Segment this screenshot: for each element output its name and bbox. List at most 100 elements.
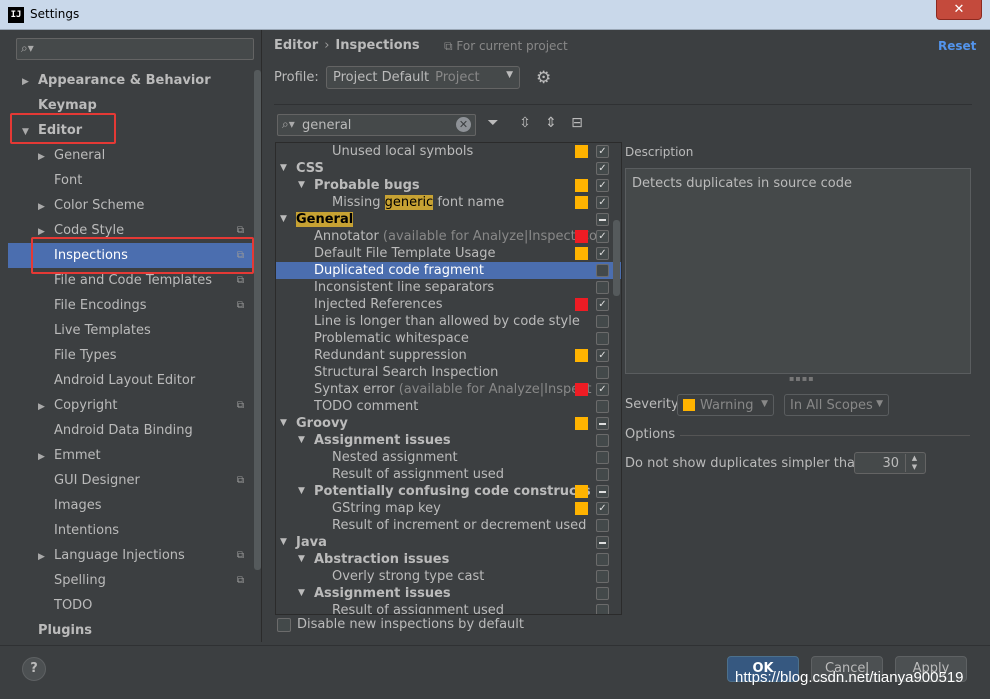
clear-filter-icon[interactable]: ✕ bbox=[456, 117, 471, 132]
inspection-checkbox[interactable]: ✓ bbox=[596, 247, 609, 260]
expanded-arrow-icon[interactable]: ▼ bbox=[298, 483, 305, 500]
inspection-row[interactable]: Redundant suppression ✓ bbox=[276, 347, 621, 364]
inspection-checkbox[interactable]: ✓ bbox=[596, 230, 609, 243]
settings-search-input[interactable]: ⌕▾ bbox=[16, 38, 254, 60]
inspection-row[interactable]: Line is longer than allowed by code styl… bbox=[276, 313, 621, 330]
inspection-checkbox[interactable]: ✓ bbox=[596, 179, 609, 192]
inspection-checkbox[interactable] bbox=[596, 451, 609, 464]
inspection-row[interactable]: TODO comment bbox=[276, 398, 621, 415]
filter-funnel-icon[interactable]: ⏷ bbox=[484, 115, 502, 131]
expanded-arrow-icon[interactable]: ▼ bbox=[22, 120, 38, 145]
sidebar-item-color-scheme[interactable]: ▶ Color Scheme bbox=[8, 193, 254, 218]
collapsed-arrow-icon[interactable]: ▶ bbox=[38, 445, 54, 470]
inspections-scrollbar[interactable] bbox=[613, 220, 620, 296]
inspection-row[interactable]: ▼ Potentially confusing code constructs bbox=[276, 483, 621, 500]
inspection-row[interactable]: Result of increment or decrement used bbox=[276, 517, 621, 534]
inspection-row[interactable]: ▼ Java bbox=[276, 534, 621, 551]
inspection-checkbox[interactable]: ✓ bbox=[596, 349, 609, 362]
inspection-row[interactable]: ▼ CSS ✓ bbox=[276, 160, 621, 177]
inspection-checkbox[interactable] bbox=[596, 400, 609, 413]
duplicates-threshold-spinner[interactable]: 30 ▲ ▼ bbox=[854, 452, 926, 474]
expanded-arrow-icon[interactable]: ▼ bbox=[280, 534, 287, 551]
inspection-row[interactable]: ▼ Abstraction issues bbox=[276, 551, 621, 568]
sidebar-item-gui-designer[interactable]: GUI Designer ⧉ bbox=[8, 468, 254, 493]
collapsed-arrow-icon[interactable]: ▶ bbox=[22, 70, 38, 95]
sidebar-item-android-data-binding[interactable]: Android Data Binding bbox=[8, 418, 254, 443]
sidebar-item-inspections[interactable]: Inspections ⧉ bbox=[8, 243, 254, 268]
sidebar-item-todo[interactable]: TODO bbox=[8, 593, 254, 618]
collapsed-arrow-icon[interactable]: ▶ bbox=[38, 195, 54, 220]
inspection-checkbox[interactable]: ✓ bbox=[596, 162, 609, 175]
splitter-grip-icon[interactable]: ▪▪▪▪ bbox=[789, 374, 815, 383]
sidebar-item-plugins[interactable]: Plugins bbox=[8, 618, 254, 643]
sidebar-item-spelling[interactable]: Spelling ⧉ bbox=[8, 568, 254, 593]
inspection-row[interactable]: Duplicated code fragment bbox=[276, 262, 621, 279]
inspection-checkbox[interactable] bbox=[596, 434, 609, 447]
inspection-checkbox[interactable] bbox=[596, 417, 609, 430]
collapsed-arrow-icon[interactable]: ▶ bbox=[38, 220, 54, 245]
profile-dropdown[interactable]: Project Default Project ▼ bbox=[326, 66, 520, 89]
inspection-row[interactable]: Problematic whitespace bbox=[276, 330, 621, 347]
expanded-arrow-icon[interactable]: ▼ bbox=[298, 432, 305, 449]
sidebar-scrollbar[interactable] bbox=[254, 70, 261, 570]
inspection-checkbox[interactable] bbox=[596, 587, 609, 600]
inspection-checkbox[interactable]: ✓ bbox=[596, 145, 609, 158]
inspection-checkbox[interactable] bbox=[596, 213, 609, 226]
scope-dropdown[interactable]: In All Scopes ▼ bbox=[784, 394, 889, 416]
sidebar-item-live-templates[interactable]: Live Templates bbox=[8, 318, 254, 343]
expanded-arrow-icon[interactable]: ▼ bbox=[280, 160, 287, 177]
help-button[interactable]: ? bbox=[22, 657, 46, 681]
inspection-checkbox[interactable] bbox=[596, 604, 609, 614]
expand-all-icon[interactable]: ⇳ bbox=[516, 115, 534, 131]
sidebar-item-copyright[interactable]: ▶ Copyright ⧉ bbox=[8, 393, 254, 418]
inspection-checkbox[interactable] bbox=[596, 536, 609, 549]
inspection-checkbox[interactable] bbox=[596, 570, 609, 583]
sidebar-item-file-encodings[interactable]: File Encodings ⧉ bbox=[8, 293, 254, 318]
inspection-row[interactable]: Structural Search Inspection bbox=[276, 364, 621, 381]
inspection-checkbox[interactable]: ✓ bbox=[596, 196, 609, 209]
inspection-row[interactable]: Result of assignment used bbox=[276, 466, 621, 483]
sidebar-item-language-injections[interactable]: ▶ Language Injections ⧉ bbox=[8, 543, 254, 568]
inspection-checkbox[interactable] bbox=[596, 264, 609, 277]
sidebar-item-code-style[interactable]: ▶ Code Style ⧉ bbox=[8, 218, 254, 243]
inspection-checkbox[interactable]: ✓ bbox=[596, 298, 609, 311]
inspection-row[interactable]: ▼ General bbox=[276, 211, 621, 228]
sidebar-item-intentions[interactable]: Intentions bbox=[8, 518, 254, 543]
inspection-row[interactable]: Default File Template Usage ✓ bbox=[276, 245, 621, 262]
gear-icon[interactable]: ⚙ bbox=[536, 68, 551, 88]
sidebar-item-file-and-code-templates[interactable]: File and Code Templates ⧉ bbox=[8, 268, 254, 293]
reset-link[interactable]: Reset bbox=[938, 39, 976, 53]
sidebar-item-font[interactable]: Font bbox=[8, 168, 254, 193]
inspection-checkbox[interactable]: ✓ bbox=[596, 383, 609, 396]
inspection-row[interactable]: Injected References ✓ bbox=[276, 296, 621, 313]
inspection-checkbox[interactable]: ✓ bbox=[596, 502, 609, 515]
inspection-row[interactable]: ▼ Groovy bbox=[276, 415, 621, 432]
inspection-row[interactable]: Inconsistent line separators bbox=[276, 279, 621, 296]
inspection-row[interactable]: Unused local symbols ✓ bbox=[276, 143, 621, 160]
inspection-row[interactable]: GString map key ✓ bbox=[276, 500, 621, 517]
inspection-filter-input[interactable]: ⌕▾ general ✕ bbox=[277, 114, 476, 136]
inspection-checkbox[interactable] bbox=[596, 366, 609, 379]
expanded-arrow-icon[interactable]: ▼ bbox=[298, 585, 305, 602]
inspection-row[interactable]: ▼ Probable bugs ✓ bbox=[276, 177, 621, 194]
expanded-arrow-icon[interactable]: ▼ bbox=[280, 415, 287, 432]
sidebar-item-file-types[interactable]: File Types bbox=[8, 343, 254, 368]
inspection-row[interactable]: Nested assignment bbox=[276, 449, 621, 466]
inspection-checkbox[interactable] bbox=[596, 485, 609, 498]
inspection-row[interactable]: Annotator (available for Analyze|Inspect… bbox=[276, 228, 621, 245]
inspection-row[interactable]: ▼ Assignment issues bbox=[276, 432, 621, 449]
collapsed-arrow-icon[interactable]: ▶ bbox=[38, 545, 54, 570]
inspection-checkbox[interactable] bbox=[596, 332, 609, 345]
sidebar-item-general[interactable]: ▶ General bbox=[8, 143, 254, 168]
inspection-checkbox[interactable] bbox=[596, 281, 609, 294]
inspection-checkbox[interactable] bbox=[596, 315, 609, 328]
inspection-checkbox[interactable] bbox=[596, 553, 609, 566]
disable-new-inspections-checkbox[interactable] bbox=[277, 618, 291, 632]
spinner-arrows-icon[interactable]: ▲ ▼ bbox=[905, 454, 923, 472]
sidebar-item-android-layout-editor[interactable]: Android Layout Editor bbox=[8, 368, 254, 393]
inspection-checkbox[interactable] bbox=[596, 519, 609, 532]
inspection-row[interactable]: Syntax error (available for Analyze|Insp… bbox=[276, 381, 621, 398]
expanded-arrow-icon[interactable]: ▼ bbox=[298, 551, 305, 568]
sidebar-item-keymap[interactable]: Keymap bbox=[8, 93, 254, 118]
inspection-row[interactable]: Overly strong type cast bbox=[276, 568, 621, 585]
